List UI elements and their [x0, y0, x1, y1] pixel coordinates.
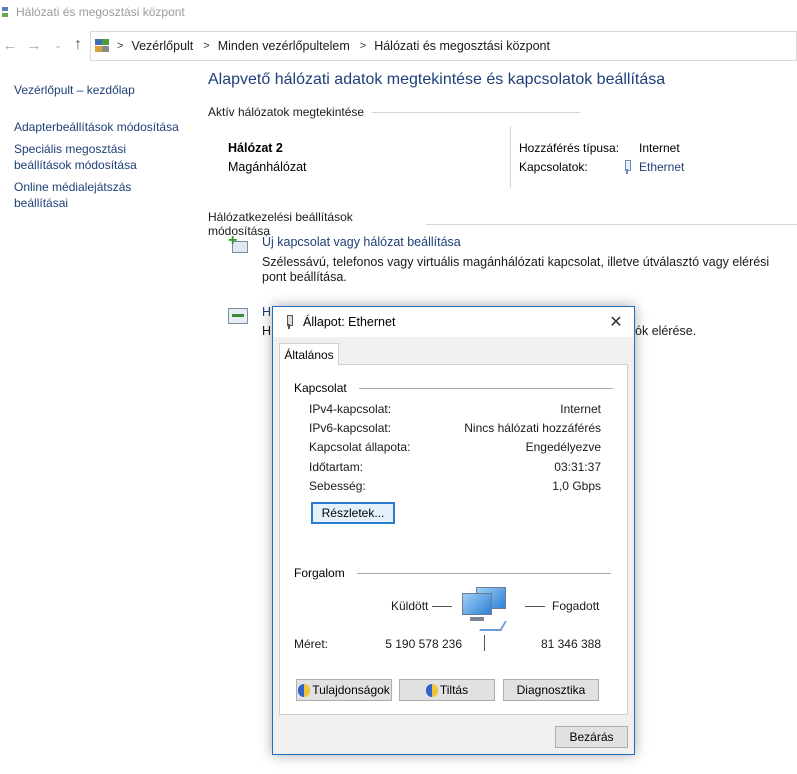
troubleshoot-link[interactable]: H — [262, 305, 271, 319]
activity-group-heading: Forgalom — [294, 566, 611, 580]
new-connection-description: Szélessávú, telefonos vagy virtuális mag… — [262, 255, 770, 284]
link-sharing-settings[interactable]: Speciális megosztási beállítások módosít… — [14, 141, 154, 173]
media-state-label: Kapcsolat állapota: — [309, 440, 411, 454]
diagnose-button[interactable]: Diagnosztika — [503, 679, 599, 701]
connections-label: Kapcsolatok: — [519, 160, 588, 174]
divider — [356, 572, 611, 574]
received-connector-line — [525, 606, 545, 607]
ipv4-label: IPv4-kapcsolat: — [309, 402, 392, 416]
bytes-received-value: 81 346 388 — [540, 637, 601, 651]
divider — [372, 111, 581, 113]
speed-label: Sebesség: — [309, 479, 366, 493]
recent-locations-chevron-icon[interactable]: ⌄ — [48, 35, 68, 55]
up-arrow-icon[interactable]: ↑ — [68, 35, 88, 55]
link-control-panel-home[interactable]: Vezérlőpult – kezdőlap — [14, 82, 135, 98]
ethernet-plug-icon — [285, 315, 293, 329]
navigation-bar: ← → ⌄ ↑ > Vezérlőpult > Minden vezérlőpu… — [0, 30, 797, 62]
close-icon[interactable]: ✕ — [606, 312, 626, 332]
breadcrumb-all-items[interactable]: Minden vezérlőpultelem — [218, 39, 350, 53]
address-bar[interactable]: > Vezérlőpult > Minden vezérlőpultelem >… — [90, 31, 797, 61]
properties-button[interactable]: Tulajdonságok — [296, 679, 392, 701]
divider — [425, 223, 797, 225]
active-networks-heading: Aktív hálózatok megtekintése — [208, 105, 581, 119]
duration-value: 03:31:37 — [554, 460, 601, 474]
close-button[interactable]: Bezárás — [555, 726, 628, 748]
network-computers-icon — [462, 587, 512, 633]
activity-group-heading-text: Forgalom — [294, 566, 345, 580]
ipv6-value: Nincs hálózati hozzáférés — [464, 421, 601, 435]
window-title: Hálózati és megosztási központ — [16, 5, 185, 19]
divider — [484, 635, 485, 651]
sent-label: Küldött — [391, 599, 429, 613]
ethernet-connection-link[interactable]: Ethernet — [623, 160, 684, 174]
divider — [358, 387, 613, 389]
manage-settings-heading: Hálózatkezelési beállítások módosítása — [208, 210, 797, 238]
bytes-sent-value: 5 190 578 236 — [385, 637, 462, 651]
network-name: Hálózat 2 — [228, 141, 283, 155]
duration-label: Időtartam: — [309, 460, 364, 474]
link-media-streaming[interactable]: Online médialejátszás beállításai — [14, 179, 154, 211]
access-type-label: Hozzáférés típusa: — [519, 141, 620, 155]
ipv6-label: IPv6-kapcsolat: — [309, 421, 392, 435]
troubleshoot-icon[interactable] — [228, 306, 252, 328]
troubleshoot-description-tail: ók elérése. — [635, 324, 697, 338]
breadcrumb-chevron-icon[interactable]: > — [117, 40, 123, 52]
page-title: Alapvető hálózati adatok megtekintése és… — [208, 71, 666, 88]
uac-shield-icon — [298, 683, 311, 697]
received-label: Fogadott — [552, 599, 600, 613]
window-titlebar: Hálózati és megosztási központ — [0, 0, 797, 24]
connection-group-heading: Kapcsolat — [294, 381, 613, 395]
properties-button-label: Tulajdonságok — [312, 683, 390, 697]
divider — [510, 126, 511, 188]
forward-arrow-icon[interactable]: → — [24, 35, 44, 55]
disable-button-label: Tiltás — [439, 683, 469, 697]
breadcrumb-control-panel[interactable]: Vezérlőpult — [131, 39, 193, 53]
dialog-titlebar[interactable]: Állapot: Ethernet ✕ — [273, 307, 634, 337]
ethernet-plug-icon — [623, 160, 631, 174]
control-panel-icon — [95, 39, 109, 53]
back-arrow-icon[interactable]: ← — [0, 35, 20, 55]
tab-general[interactable]: Általános — [279, 343, 339, 365]
manage-settings-heading-text: Hálózatkezelési beállítások módosítása — [208, 210, 353, 238]
network-center-icon — [2, 6, 10, 18]
sent-connector-line — [432, 606, 452, 607]
link-adapter-settings[interactable]: Adapterbeállítások módosítása — [14, 119, 179, 135]
network-type-link[interactable]: Magánhálózat — [228, 160, 307, 174]
dialog-title: Állapot: Ethernet — [303, 315, 396, 329]
new-connection-link[interactable]: Új kapcsolat vagy hálózat beállítása — [262, 235, 461, 249]
breadcrumb-chevron-icon[interactable]: > — [360, 40, 366, 52]
access-type-value: Internet — [639, 141, 680, 155]
speed-value: 1,0 Gbps — [552, 479, 601, 493]
connection-group-heading-text: Kapcsolat — [294, 381, 347, 395]
disable-button[interactable]: Tiltás — [399, 679, 495, 701]
breadcrumb-chevron-icon[interactable]: > — [203, 40, 209, 52]
uac-shield-icon — [425, 683, 438, 697]
details-button[interactable]: Részletek... — [311, 502, 395, 524]
active-networks-heading-text: Aktív hálózatok megtekintése — [208, 105, 365, 119]
ethernet-status-dialog: Állapot: Ethernet ✕ Általános Kapcsolat … — [272, 306, 635, 755]
ipv4-value: Internet — [560, 402, 601, 416]
media-state-value: Engedélyezve — [525, 440, 601, 454]
breadcrumb-network-center[interactable]: Hálózati és megosztási központ — [374, 39, 550, 53]
new-connection-icon[interactable]: + — [228, 233, 252, 257]
bytes-label: Méret: — [294, 637, 329, 651]
ethernet-link-text[interactable]: Ethernet — [639, 160, 684, 174]
general-tab-panel: Kapcsolat IPv4-kapcsolat: Internet IPv6-… — [279, 364, 628, 715]
